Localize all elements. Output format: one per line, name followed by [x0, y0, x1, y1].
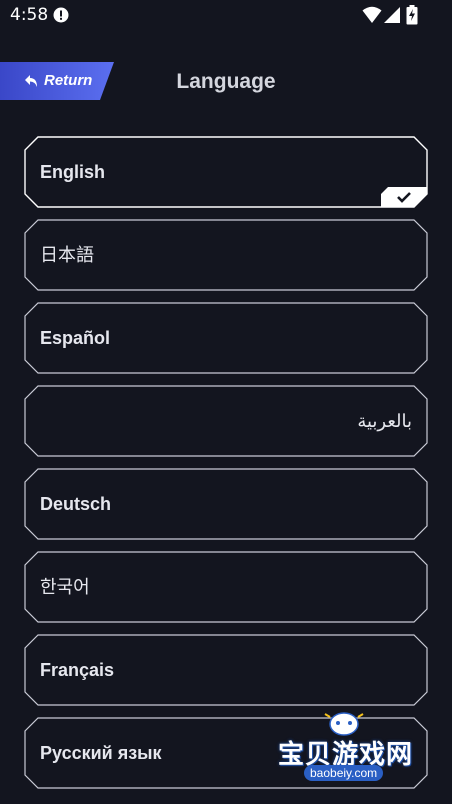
language-option-japanese[interactable]: 日本語 — [24, 219, 428, 291]
language-label: بالعربية — [357, 411, 412, 431]
battery-charging-icon — [406, 5, 418, 25]
language-label: Deutsch — [40, 494, 112, 514]
language-option-german[interactable]: Deutsch — [24, 468, 428, 540]
language-option-english[interactable]: English — [24, 136, 428, 208]
language-label: 日本語 — [40, 245, 94, 265]
language-option-korean[interactable]: 한국어 — [24, 551, 428, 623]
status-time: 4:58 — [10, 5, 49, 25]
language-label: English — [40, 162, 106, 182]
language-option-arabic[interactable]: بالعربية — [24, 385, 428, 457]
language-label: Español — [40, 328, 111, 348]
watermark-url: baobeiy.com — [304, 765, 384, 781]
alert-icon — [53, 7, 69, 23]
signal-icon — [384, 7, 400, 23]
language-label: Français — [40, 660, 115, 680]
language-option-french[interactable]: Français — [24, 634, 428, 706]
language-option-spanish[interactable]: Español — [24, 302, 428, 374]
status-bar: 4:58 — [0, 0, 452, 32]
language-label: Русский язык — [40, 743, 162, 763]
page-title: Language — [176, 70, 276, 93]
selected-check-icon — [381, 187, 427, 207]
language-list: English 日本語 Español بالعربية Deutsch 한국어… — [24, 136, 428, 800]
language-label: 한국어 — [40, 577, 90, 597]
watermark-logo: 宝贝游戏网 baobeiy.com — [274, 708, 420, 800]
wifi-icon — [362, 6, 382, 23]
